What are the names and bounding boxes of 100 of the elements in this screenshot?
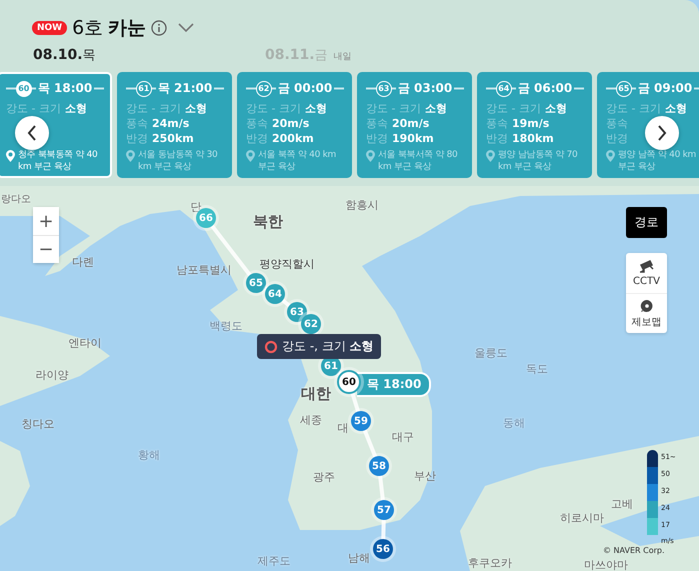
typhoon-icon bbox=[264, 340, 278, 354]
size-value: 소형 bbox=[544, 101, 567, 116]
place-label: 엔타이 bbox=[68, 336, 102, 350]
place-label: 평양직할시 bbox=[260, 256, 314, 272]
place-label: 칭다오 bbox=[22, 416, 54, 432]
forecast-number: 65 bbox=[616, 80, 632, 96]
chevron-right-icon bbox=[657, 125, 667, 141]
intensity-label: 강도 - 크기 bbox=[366, 101, 421, 116]
location-text: 서울 동남동쪽 약 30 km 부근 육상 bbox=[138, 149, 218, 173]
place-label: 다롄 bbox=[72, 254, 94, 270]
radius-label: 반경 bbox=[486, 131, 508, 146]
tooltip-text: 강도 -, 크기 소형 bbox=[282, 338, 374, 355]
intensity-label: 강도 - 크기 bbox=[6, 101, 61, 116]
size-value: 소형 bbox=[304, 101, 327, 116]
copyright-text: © NAVER Corp. bbox=[603, 546, 665, 555]
size-value: 소형 bbox=[184, 101, 207, 116]
forecast-card[interactable]: 63 금 03:00 강도 - 크기 소형 풍속 20m/s 반경 190km 서울 북북서쪽 약 80 km 부근 육상 bbox=[357, 72, 472, 178]
place-label: 광주 bbox=[313, 470, 335, 484]
chevron-left-icon bbox=[27, 125, 37, 141]
place-label: 마쓰야마 bbox=[584, 558, 628, 571]
place-label: 독도 bbox=[526, 362, 548, 376]
wind-value: 20m/s bbox=[272, 117, 310, 130]
location-text: 서울 북쪽 약 40 km 부근 육상 bbox=[258, 149, 337, 173]
radius-value: 190km bbox=[392, 132, 434, 145]
intensity-label: 강도 - 크기 bbox=[246, 101, 301, 116]
size-value: 소형 bbox=[664, 101, 687, 116]
place-label: 후쿠오카 bbox=[468, 556, 512, 570]
location-pin-icon bbox=[606, 150, 615, 162]
place-label: 세종 bbox=[300, 412, 322, 428]
wind-value: 20m/s bbox=[392, 117, 430, 130]
size-value: 소형 bbox=[64, 101, 87, 116]
place-label: 동해 bbox=[503, 416, 525, 430]
intensity-label: 강도 - 크기 bbox=[486, 101, 541, 116]
place-label: 대구 bbox=[392, 430, 414, 444]
place-label: 부산 bbox=[414, 468, 436, 484]
cctv-camera-icon bbox=[638, 260, 654, 274]
zoom-button[interactable]: + bbox=[33, 207, 59, 235]
location-text: 청주 북북동쪽 약 40 km 부근 육상 bbox=[18, 149, 98, 173]
tool-button[interactable]: CCTV bbox=[626, 253, 667, 293]
wind-label: 풍속 bbox=[366, 116, 388, 131]
forecast-time: 금 03:00 bbox=[396, 80, 454, 97]
size-value: 소형 bbox=[424, 101, 447, 116]
place-label: 울릉도 bbox=[474, 346, 508, 360]
forecast-card[interactable]: 61 목 21:00 강도 - 크기 소형 풍속 24m/s 반경 250km 서울 동남동쪽 약 30 km 부근 육상 bbox=[117, 72, 232, 178]
place-label: 황해 bbox=[138, 448, 160, 462]
wind-label: 풍속 bbox=[126, 116, 148, 131]
typhoon-number: 6호 bbox=[72, 16, 104, 41]
place-label: 백령도 bbox=[210, 318, 242, 334]
forecast-time: 금 06:00 bbox=[516, 80, 574, 97]
chat-bubble-icon bbox=[640, 298, 654, 312]
forecast-number: 62 bbox=[256, 80, 272, 96]
place-label: 제주도 bbox=[258, 554, 290, 568]
forecast-number: 60 bbox=[16, 80, 32, 96]
place-label: 함흥시 bbox=[346, 198, 378, 212]
wind-value: 24m/s bbox=[152, 117, 190, 130]
place-label: 고베 bbox=[611, 496, 633, 512]
place-label: 히로시마 bbox=[560, 510, 604, 526]
wind-value: 19m/s bbox=[512, 117, 550, 130]
place-label: 랑다오 bbox=[1, 193, 31, 206]
location-pin-icon bbox=[126, 150, 135, 162]
radius-label: 반경 bbox=[246, 131, 268, 146]
forecast-time: 금 00:00 bbox=[276, 80, 334, 97]
track-time-label: 목 18:00 bbox=[357, 372, 432, 397]
radius-label: 반경 bbox=[126, 131, 148, 146]
radius-label: 반경 bbox=[366, 131, 388, 146]
zoom-button[interactable]: − bbox=[33, 235, 59, 263]
forecast-time: 금 09:00 bbox=[636, 80, 694, 97]
radius-value: 200km bbox=[272, 132, 314, 145]
location-pin-icon bbox=[246, 150, 255, 162]
forecast-card[interactable]: 62 금 00:00 강도 - 크기 소형 풍속 20m/s 반경 200km 서울 북쪽 약 40 km 부근 육상 bbox=[237, 72, 352, 178]
chevron-down-icon[interactable] bbox=[178, 23, 194, 33]
radius-value: 180km bbox=[512, 132, 554, 145]
route-button[interactable]: 경로 bbox=[626, 207, 667, 238]
wind-label: 풍속 bbox=[606, 116, 628, 131]
forecast-card[interactable]: 64 금 06:00 강도 - 크기 소형 풍속 19m/s 반경 180km 평양 남남동쪽 약 70 km 부근 육상 bbox=[477, 72, 592, 178]
place-label: 남포특별시 bbox=[176, 262, 232, 278]
forecast-time: 목 21:00 bbox=[156, 80, 214, 97]
place-label: 북한 bbox=[253, 212, 283, 232]
forecast-card[interactable]: 65 금 09:00 강도 - 크기 소형 풍속 반경 평양 남쪽 약 40 km 부근 육상 bbox=[597, 72, 699, 178]
radius-label: 반경 bbox=[606, 131, 628, 146]
intensity-label: 강도 - 크기 bbox=[126, 101, 181, 116]
place-label: 대한 bbox=[301, 384, 331, 404]
info-icon[interactable] bbox=[151, 20, 168, 36]
forecast-number: 63 bbox=[376, 80, 392, 96]
forecast-card[interactable]: 60 목 18:00 강도 - 크기 소형 청주 북북동쪽 약 40 km 부근 육상 bbox=[0, 72, 112, 178]
intensity-label: 강도 - 크기 bbox=[606, 101, 661, 116]
radius-value: 250km bbox=[152, 132, 194, 145]
location-text: 평양 남쪽 약 40 km 부근 육상 bbox=[618, 149, 697, 173]
tool-button[interactable]: 제보맵 bbox=[626, 293, 667, 333]
date-tab[interactable]: 08.10.목 bbox=[33, 46, 265, 66]
wind-label: 풍속 bbox=[246, 116, 268, 131]
place-label: 대 bbox=[338, 420, 348, 436]
location-pin-icon bbox=[6, 150, 15, 162]
place-label: 남해 bbox=[348, 550, 370, 566]
location-text: 서울 북북서쪽 약 80 km 부근 육상 bbox=[378, 149, 458, 173]
typhoon-name: 카눈 bbox=[108, 16, 146, 41]
place-label: 라이양 bbox=[36, 368, 68, 382]
location-pin-icon bbox=[366, 150, 375, 162]
now-badge: NOW bbox=[32, 21, 68, 35]
location-pin-icon bbox=[486, 150, 495, 162]
